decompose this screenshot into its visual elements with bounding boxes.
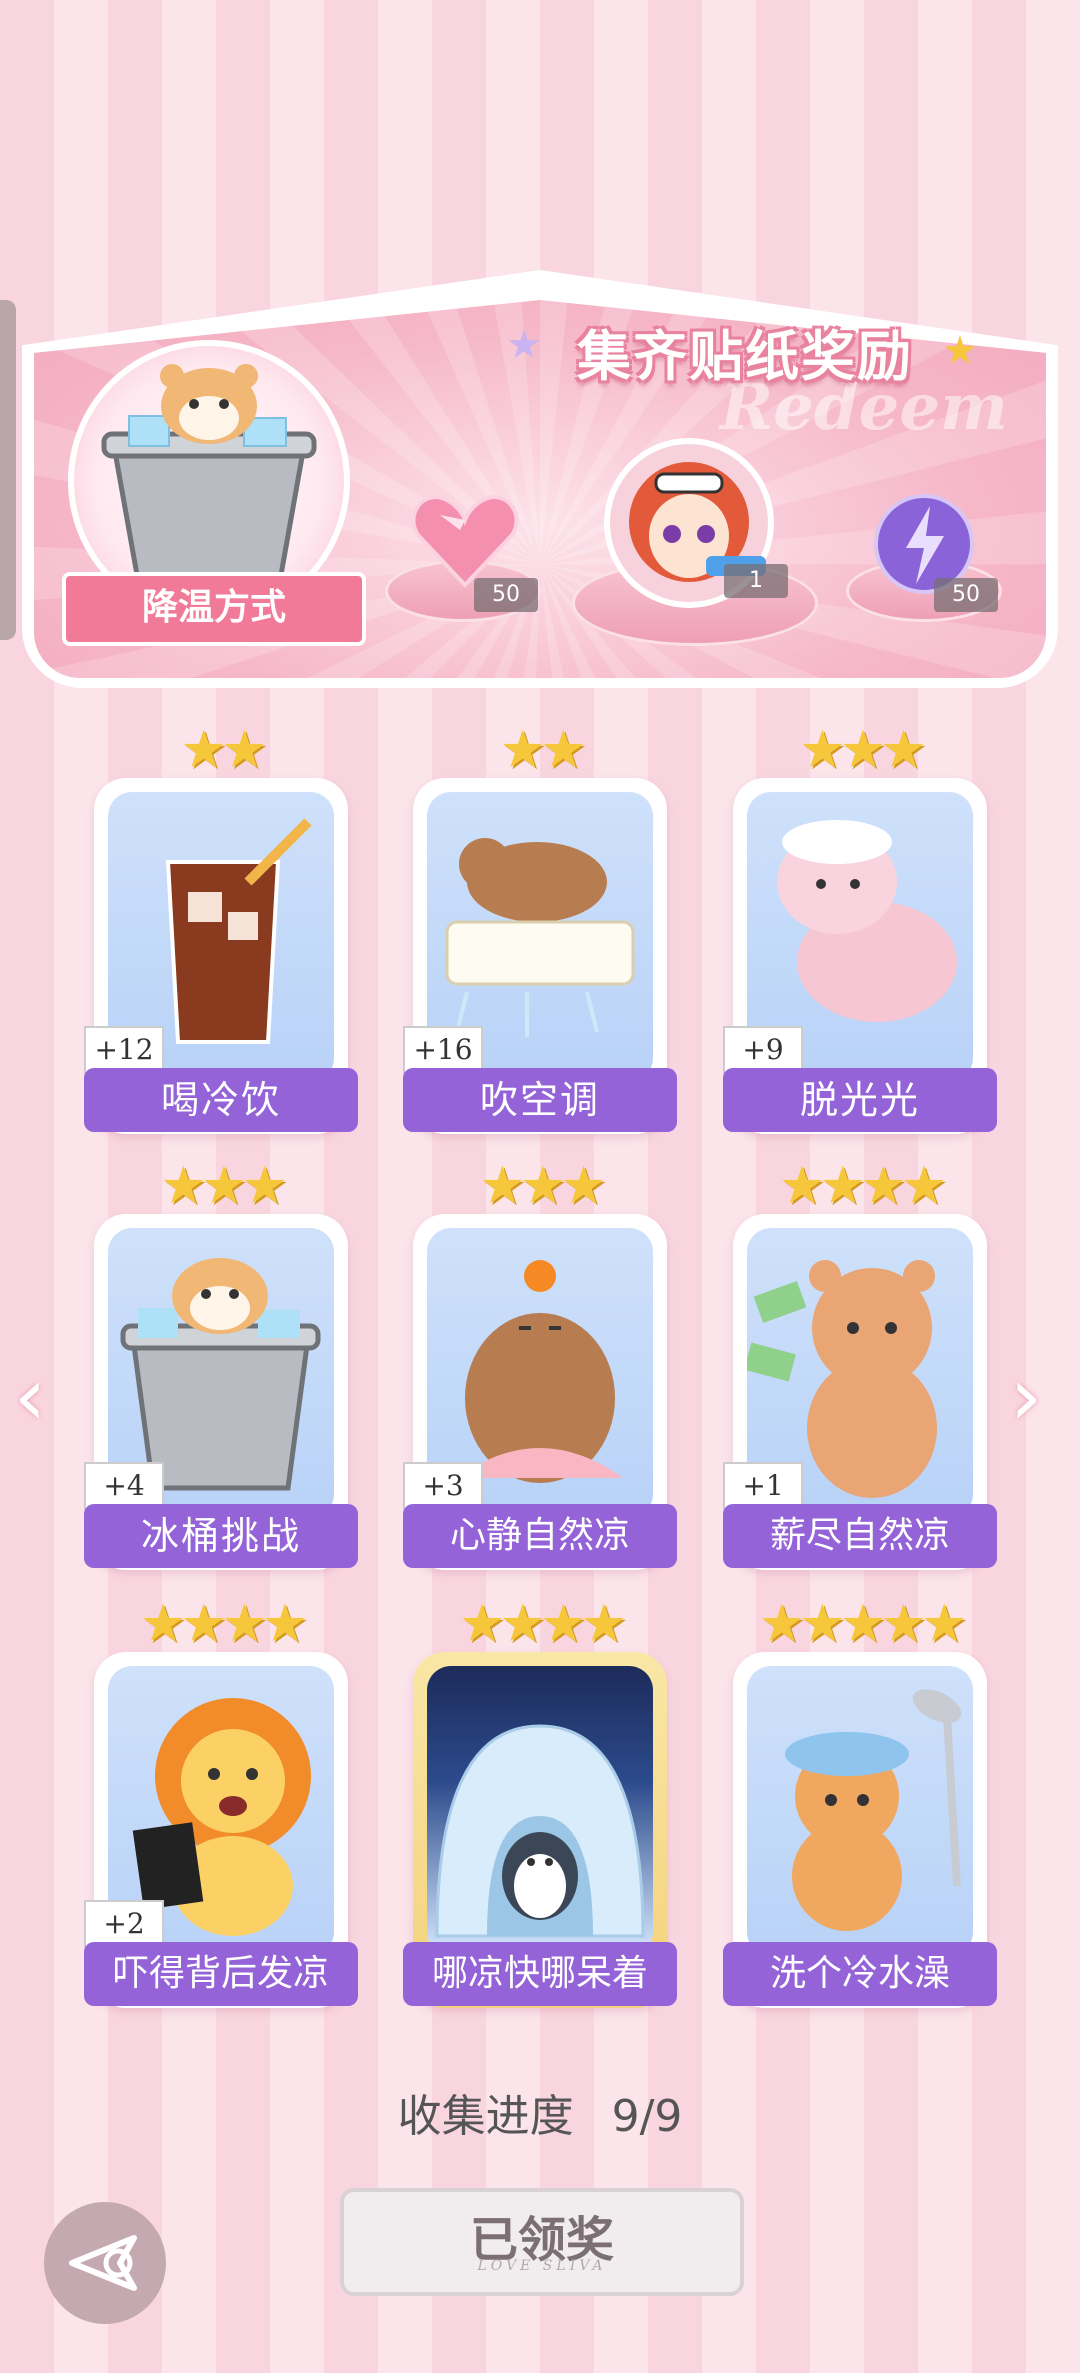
rarity-stars: ★★★★	[139, 1594, 308, 1654]
bonus-badge: +9	[723, 1026, 803, 1074]
showering-cat-icon	[785, 1689, 962, 1931]
bonus-badge: +1	[723, 1462, 803, 1510]
sticker-card[interactable]: ★★ +12 喝冷饮	[84, 720, 358, 1148]
sticker-label: 心静自然凉	[403, 1504, 677, 1568]
rarity-stars: ★★★	[479, 1156, 607, 1216]
collection-progress: 收集进度 9/9	[0, 2080, 1080, 2144]
sticker-label: 脱光光	[723, 1068, 997, 1132]
bonus-badge: +16	[403, 1026, 483, 1074]
sticker-label: 哪凉快哪呆着	[403, 1942, 677, 2006]
back-arrow-icon	[69, 2235, 137, 2291]
sticker-label: 薪尽自然凉	[723, 1504, 997, 1568]
rarity-stars: ★★★	[799, 720, 927, 780]
reward-count: 50	[934, 578, 998, 612]
sticker-card[interactable]: ★★★ +3 心静自然凉	[403, 1156, 677, 1584]
sticker-card[interactable]: ★★★★ 哪凉快哪呆着	[403, 1594, 677, 2022]
rarity-stars: ★★★	[160, 1156, 288, 1216]
bonus-badge: +2	[84, 1900, 164, 1948]
sticker-card[interactable]: ★★★★★ 洗个冷水澡	[723, 1594, 997, 2022]
next-page-arrow-icon[interactable]: ›	[1010, 1350, 1042, 1443]
rarity-stars: ★★★★★	[758, 1594, 967, 1654]
heart-gem-icon	[411, 495, 519, 588]
progress-label: 收集进度	[397, 2091, 574, 2142]
star-decoration-icon: ★	[506, 322, 542, 368]
sticker-label: 喝冷饮	[84, 1068, 358, 1132]
rarity-stars: ★★	[180, 720, 267, 780]
sticker-card[interactable]: ★★★ +4 冰桶挑战	[84, 1156, 358, 1584]
bonus-badge: +12	[84, 1026, 164, 1074]
sticker-art	[427, 1666, 653, 1956]
star-decoration-icon: ★	[942, 328, 978, 374]
sticker-card[interactable]: ★★ +16 吹空调	[403, 720, 677, 1148]
sticker-label: 吹空调	[403, 1068, 677, 1132]
side-drawer-handle[interactable]	[0, 300, 16, 640]
reward-count: 1	[724, 564, 788, 598]
bonus-badge: +3	[403, 1462, 483, 1510]
rarity-stars: ★★★★	[458, 1594, 627, 1654]
rarity-stars: ★★	[499, 720, 586, 780]
reward-panel-title: 集齐贴纸奖励	[577, 325, 913, 388]
sticker-card[interactable]: ★★★★ +2 吓得背后发凉	[84, 1594, 358, 2022]
prev-page-arrow-icon[interactable]: ‹	[14, 1350, 46, 1443]
claim-button-subtitle: LOVE SLIVA	[477, 2258, 607, 2274]
sticker-art	[747, 1666, 973, 1956]
category-ribbon: 降温方式	[62, 572, 366, 646]
sticker-card[interactable]: ★★★ +9 脱光光	[723, 720, 997, 1148]
reward-count: 50	[474, 578, 538, 612]
sticker-label: 冰桶挑战	[84, 1504, 358, 1568]
back-button[interactable]	[44, 2202, 166, 2324]
bonus-badge: +4	[84, 1462, 164, 1510]
sticker-label: 洗个冷水澡	[723, 1942, 997, 2006]
igloo-penguin-icon	[435, 1724, 645, 1938]
sticker-card[interactable]: ★★★★ +1 薪尽自然凉	[723, 1156, 997, 1584]
claim-reward-button[interactable]: 已领奖 LOVE SLIVA	[340, 2188, 744, 2296]
rarity-stars: ★★★★	[778, 1156, 947, 1216]
sticker-label: 吓得背后发凉	[84, 1942, 358, 2006]
progress-value: 9/9	[611, 2091, 683, 2142]
